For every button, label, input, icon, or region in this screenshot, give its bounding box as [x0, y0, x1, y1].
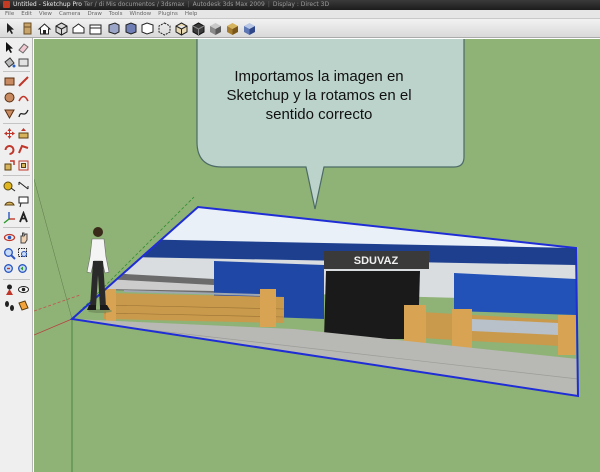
red-axis [34, 294, 81, 312]
scale-tool-icon[interactable] [3, 159, 16, 172]
pan-tool-icon[interactable] [17, 231, 30, 244]
zoom-tool-icon[interactable] [3, 247, 16, 260]
photo-sign-text: SDUVAZ [354, 255, 399, 267]
red-axis-negative [34, 318, 73, 336]
title-separator: | [267, 1, 270, 8]
line-tool-icon[interactable] [17, 75, 30, 88]
iso-view-icon[interactable] [54, 21, 69, 36]
previous-view-tool-icon[interactable] [17, 263, 30, 276]
follow-me-tool-icon[interactable] [17, 143, 30, 156]
shaded-style-icon[interactable] [208, 21, 223, 36]
right-view-icon[interactable] [106, 21, 121, 36]
toolbar-separator [3, 279, 30, 280]
tape-measure-tool-icon[interactable] [3, 179, 16, 192]
front-view-icon[interactable] [88, 21, 103, 36]
imported-photo[interactable]: SDUVAZ [64, 199, 594, 398]
menu-window[interactable]: Window [129, 11, 151, 17]
background-window-title: Autodesk 3ds Max 2009 [192, 1, 265, 8]
views-styles-toolbar [0, 19, 600, 38]
select-tool-icon[interactable] [3, 41, 16, 54]
background-window-title: Display : Direct 3D [272, 1, 330, 8]
zoom-window-tool-icon[interactable] [17, 247, 30, 260]
component-icon[interactable] [20, 21, 35, 36]
monochrome-style-icon[interactable] [242, 21, 257, 36]
orbit-tool-icon[interactable] [3, 231, 16, 244]
menu-draw[interactable]: Draw [88, 11, 102, 17]
menu-file[interactable]: File [5, 11, 14, 17]
left-tool-palette [0, 38, 33, 472]
toolbar-separator [3, 227, 30, 228]
freehand-tool-icon[interactable] [17, 107, 30, 120]
select-icon[interactable] [3, 21, 18, 36]
protractor-tool-icon[interactable] [3, 195, 16, 208]
menu-tools[interactable]: Tools [109, 11, 123, 17]
text-tool-icon[interactable] [17, 195, 30, 208]
toolbar-separator [3, 175, 30, 176]
menu-edit[interactable]: Edit [21, 11, 32, 17]
look-around-tool-icon[interactable] [17, 283, 30, 296]
position-camera-tool-icon[interactable] [3, 283, 16, 296]
blue-axis [34, 178, 73, 320]
menu-plugins[interactable]: Plugins [158, 11, 178, 17]
polygon-tool-icon[interactable] [3, 107, 16, 120]
dimension-tool-icon[interactable] [17, 179, 30, 192]
paint-bucket-tool-icon[interactable] [3, 56, 16, 69]
back-view-icon[interactable] [123, 21, 138, 36]
arc-tool-icon[interactable] [17, 91, 30, 104]
walk-tool-icon[interactable] [3, 299, 16, 312]
left-view-icon[interactable] [140, 21, 155, 36]
window-title: Untitled - Sketchup Pro [13, 1, 82, 8]
callout-line: Importamos la imagen en [234, 68, 404, 85]
section-plane-tool-icon[interactable] [17, 299, 30, 312]
wireframe-style-icon[interactable] [174, 21, 189, 36]
offset-tool-icon[interactable] [17, 159, 30, 172]
menu-view[interactable]: View [39, 11, 52, 17]
rotate-tool-icon[interactable] [3, 143, 16, 156]
menu-help[interactable]: Help [185, 11, 198, 17]
menu-bar: File Edit View Camera Draw Tools Window Plugins… [0, 10, 600, 19]
menu-camera[interactable]: Camera [59, 11, 81, 17]
zoom-extents-tool-icon[interactable] [3, 263, 16, 276]
house-icon[interactable] [37, 21, 52, 36]
xray-style-icon[interactable] [157, 21, 172, 36]
eraser-tool-icon[interactable] [17, 41, 30, 54]
title-separator: | [187, 1, 190, 8]
push-pull-tool-icon[interactable] [17, 127, 30, 140]
callout-text: Importamos la imagen en Sketchup y la ro… [204, 67, 434, 137]
3d-text-tool-icon[interactable] [17, 211, 30, 224]
axes-tool-icon[interactable] [3, 211, 16, 224]
callout-line: sentido correcto [265, 106, 373, 123]
background-window-title: Ter / di Mis documentos / 3dsmax [83, 1, 185, 8]
move-tool-icon[interactable] [3, 127, 16, 140]
title-bar: Untitled - Sketchup Pro Ter / di Mis docu… [0, 0, 600, 10]
sketchup-app-icon [3, 1, 10, 8]
circle-tool-icon[interactable] [3, 91, 16, 104]
toolbar-separator [3, 71, 30, 72]
callout-line: Sketchup y la rotamos en el [226, 87, 412, 104]
hidden-line-style-icon[interactable] [191, 21, 206, 36]
toolbar-separator [3, 123, 30, 124]
top-view-icon[interactable] [71, 21, 86, 36]
component-browser-tool-icon[interactable] [17, 56, 30, 69]
rectangle-tool-icon[interactable] [3, 75, 16, 88]
shaded-texture-style-icon[interactable] [225, 21, 240, 36]
